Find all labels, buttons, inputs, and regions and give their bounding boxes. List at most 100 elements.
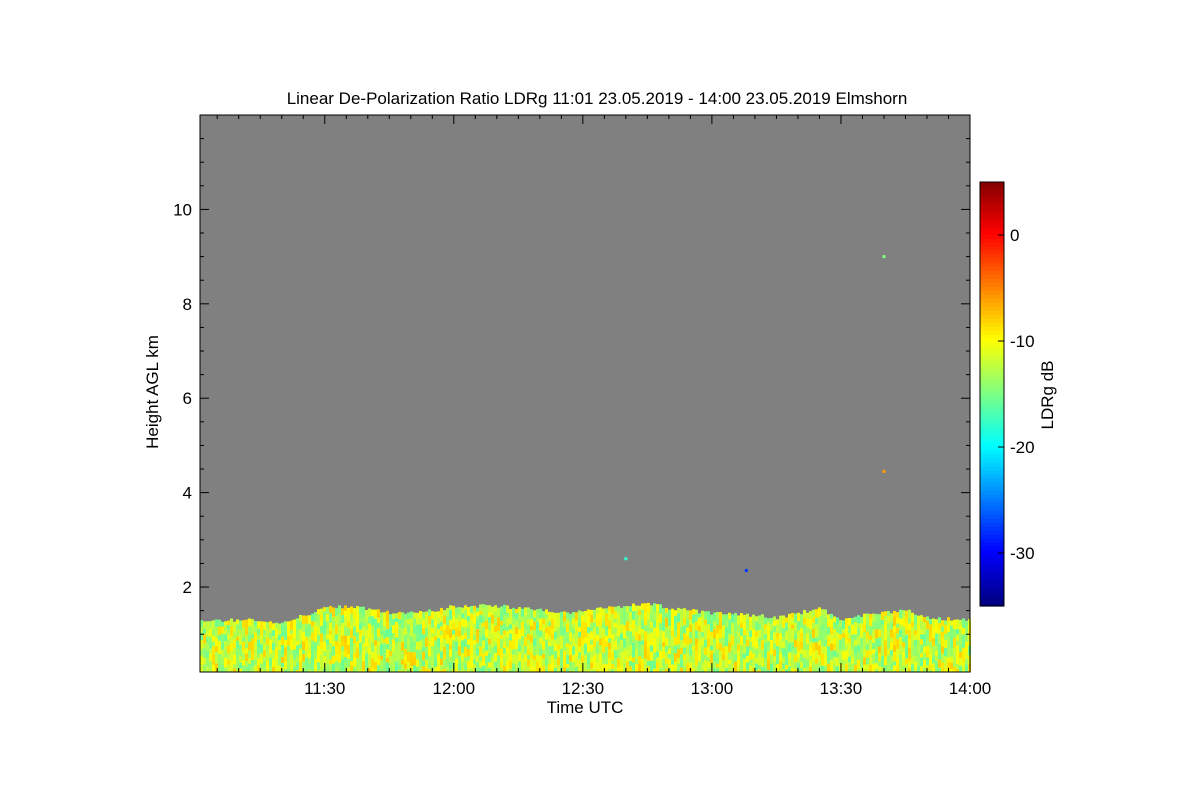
ldr-cell — [419, 611, 422, 618]
ldr-cell — [287, 651, 290, 659]
ldr-cell — [881, 612, 884, 621]
ldr-cell — [869, 655, 872, 665]
ldr-cell — [473, 660, 476, 665]
ldr-cell — [515, 655, 518, 665]
ldr-cell — [485, 643, 488, 651]
ldr-cell — [227, 653, 230, 661]
ldr-cell — [938, 617, 941, 623]
ldr-cell — [860, 642, 863, 649]
ldr-cell — [554, 644, 557, 652]
ldr-cell — [215, 652, 218, 656]
ldr-cell — [293, 620, 296, 629]
ldr-cell — [668, 630, 671, 639]
ldr-cell — [893, 645, 896, 652]
ldr-cell — [812, 642, 815, 652]
ldr-cell — [443, 659, 446, 668]
ldr-cell — [653, 612, 656, 621]
ldr-cell — [263, 643, 266, 650]
ldr-cell — [776, 655, 779, 664]
ldr-cell — [395, 652, 398, 662]
colorbar-step — [980, 542, 1004, 547]
ldr-cell — [512, 650, 515, 656]
ldr-cell — [311, 614, 314, 622]
ldr-cell — [782, 628, 785, 637]
ldr-cell — [701, 616, 704, 625]
ldr-cell — [554, 613, 557, 618]
ldr-cell — [911, 641, 914, 650]
ldr-cell — [746, 647, 749, 657]
ldr-cell — [464, 664, 467, 670]
ldr-cell — [269, 648, 272, 654]
ldr-cell — [368, 624, 371, 629]
ldr-cell — [683, 654, 686, 660]
ldr-cell — [890, 613, 893, 622]
ldr-cell — [899, 666, 902, 672]
ldr-cell — [839, 627, 842, 634]
ldr-cell — [707, 630, 710, 638]
ldr-cell — [578, 637, 581, 647]
ldr-cell — [851, 634, 854, 642]
ldr-cell — [413, 647, 416, 653]
ldr-cell — [311, 627, 314, 633]
ldr-cell — [326, 660, 329, 665]
colorbar-step — [980, 326, 1004, 331]
ldr-cell — [800, 628, 803, 633]
ldr-cell — [590, 610, 593, 615]
ldr-cell — [425, 612, 428, 619]
ldr-cell — [329, 613, 332, 623]
ldr-cell — [551, 629, 554, 635]
ldr-cell — [455, 614, 458, 619]
ldr-cell — [407, 632, 410, 639]
colorbar-step — [980, 594, 1004, 599]
ldr-cell — [791, 638, 794, 643]
ldr-cell — [335, 634, 338, 641]
colorbar-step — [980, 398, 1004, 403]
ldr-cell — [371, 667, 374, 672]
ldr-cell — [821, 630, 824, 639]
ldr-cell — [302, 632, 305, 642]
ldr-cell — [824, 655, 827, 662]
ldr-cell — [602, 617, 605, 623]
ldr-cell — [917, 653, 920, 662]
ldr-cell — [611, 660, 614, 664]
ldr-cell — [581, 656, 584, 663]
ldr-cell — [356, 606, 359, 615]
ldr-cell — [266, 645, 269, 653]
ldr-cell — [872, 654, 875, 661]
ldr-cell — [656, 663, 659, 669]
ldr-cell — [731, 657, 734, 664]
ldr-cell — [692, 638, 695, 646]
colorbar-step — [980, 222, 1004, 227]
ldr-cell — [851, 657, 854, 664]
ldr-cell — [575, 644, 578, 653]
ldr-cell — [716, 649, 719, 658]
ldr-cell — [377, 637, 380, 642]
ldr-cell — [506, 647, 509, 653]
ldr-cell — [629, 606, 632, 612]
ldr-cell — [272, 630, 275, 636]
ldr-cell — [626, 649, 629, 656]
ldr-cell — [296, 650, 299, 655]
ldr-cell — [377, 655, 380, 659]
ldr-cell — [596, 614, 599, 619]
ldr-cell — [494, 611, 497, 620]
ldr-cell — [815, 643, 818, 651]
ldr-cell — [620, 614, 623, 624]
ldr-cell — [572, 646, 575, 655]
ldr-cell — [500, 662, 503, 667]
ldr-cell — [527, 650, 530, 656]
ldr-cell — [797, 651, 800, 658]
ldr-cell — [566, 647, 569, 655]
ldr-cell — [605, 636, 608, 642]
ldr-cell — [530, 619, 533, 626]
ldr-cell — [851, 664, 854, 672]
ldr-cell — [527, 607, 530, 612]
ldr-cell — [680, 627, 683, 637]
ldr-cell — [617, 658, 620, 668]
ldr-cell — [293, 628, 296, 637]
ldr-cell — [410, 637, 413, 643]
ldr-cell — [635, 616, 638, 625]
ldr-cell — [605, 626, 608, 636]
ldr-cell — [251, 653, 254, 660]
ldr-cell — [641, 664, 644, 672]
